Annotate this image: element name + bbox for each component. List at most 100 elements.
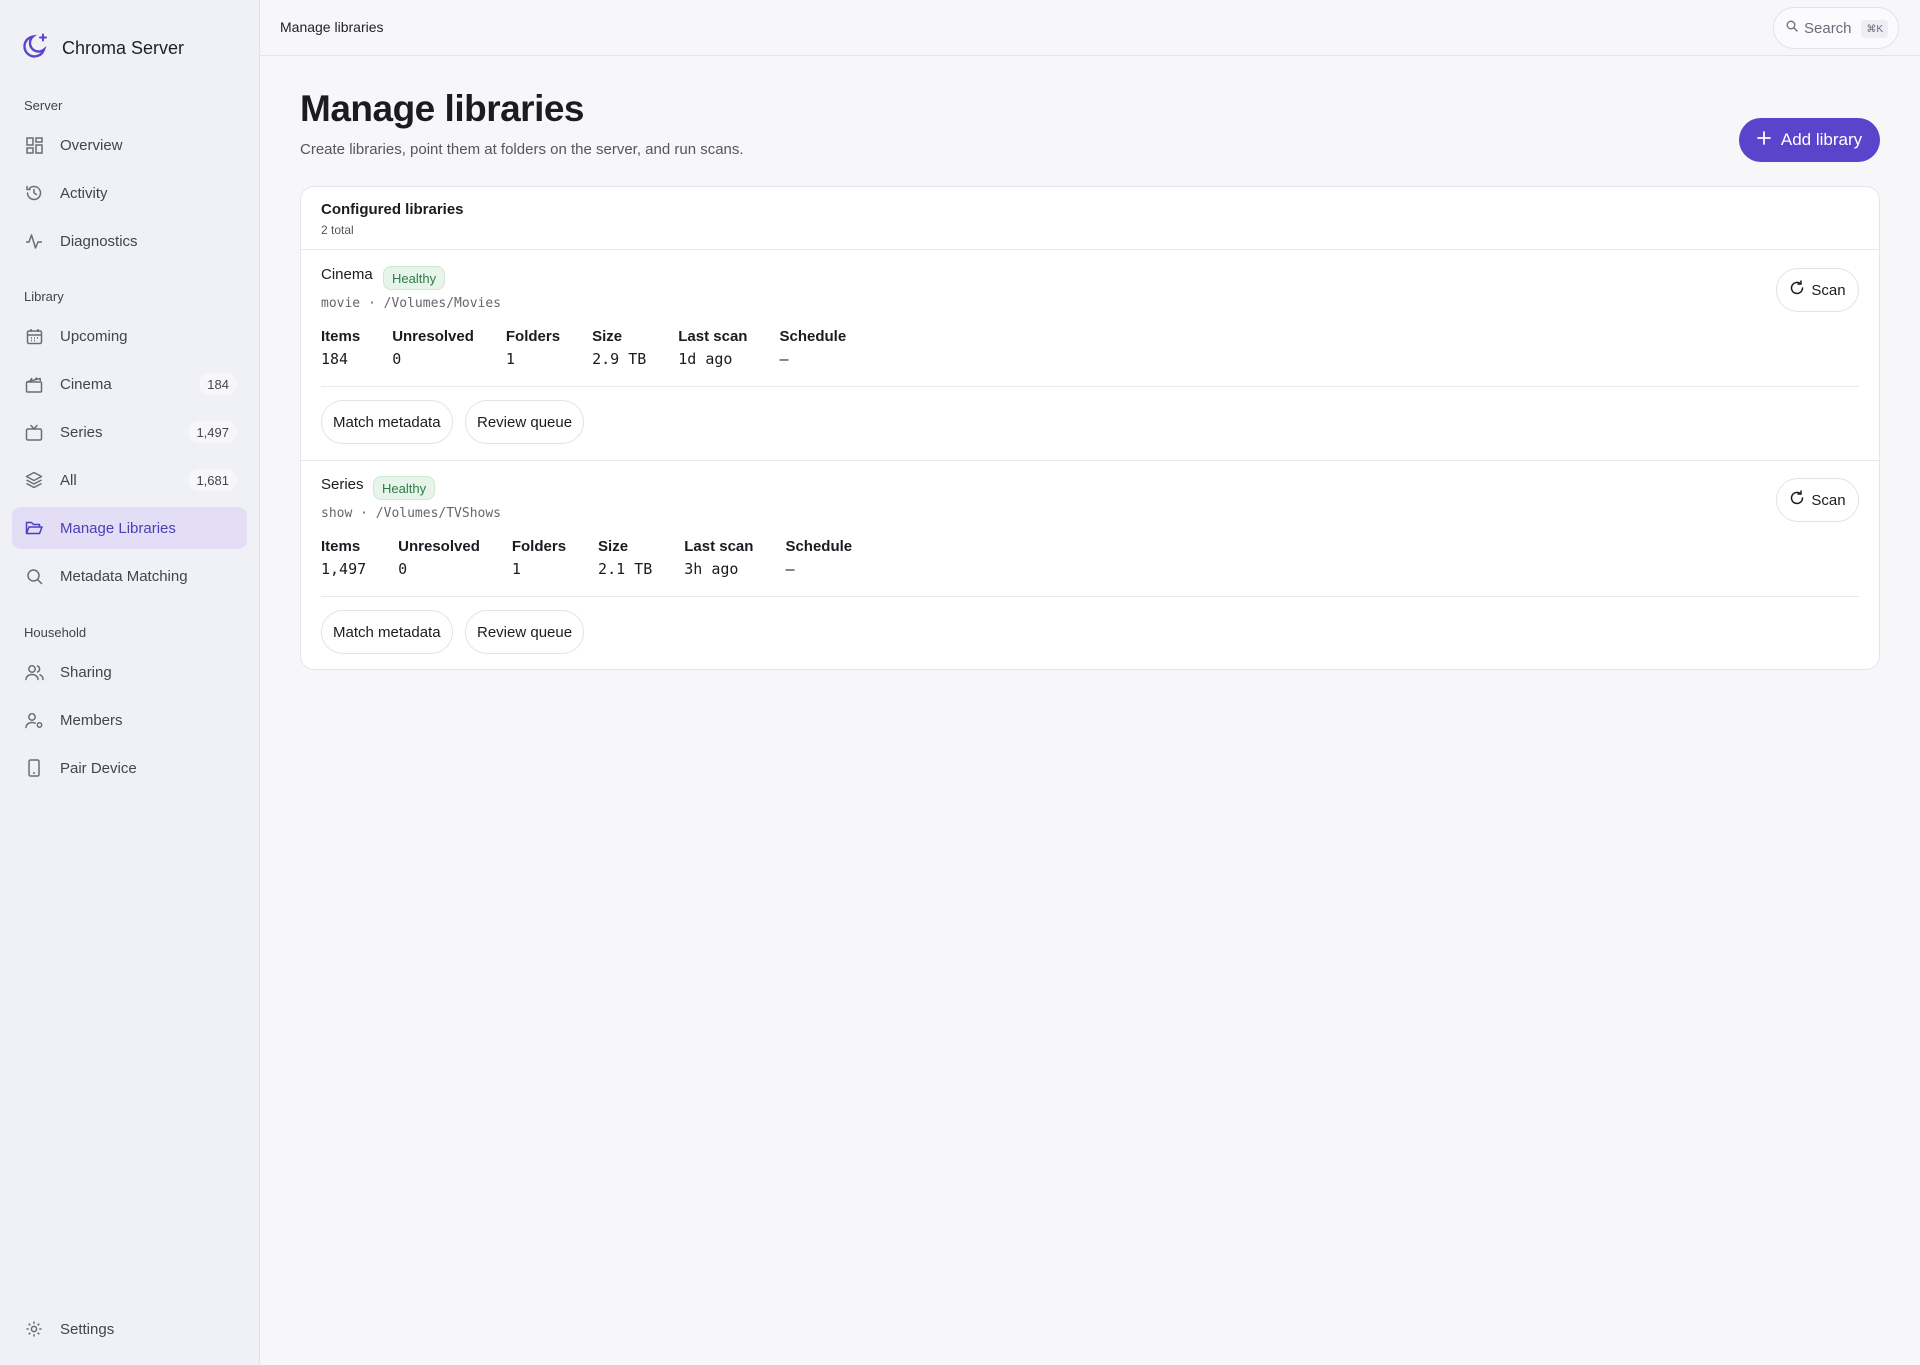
sidebar-item-label: Cinema: [60, 375, 112, 393]
stat-size: Size 2.1 TB: [598, 538, 652, 578]
row-divider: [321, 596, 1859, 597]
sidebar-item-label: Overview: [60, 136, 123, 154]
page-subtitle: Create libraries, point them at folders …: [300, 141, 744, 158]
match-metadata-button[interactable]: Match metadata: [321, 610, 453, 654]
stat-label: Items: [321, 538, 361, 555]
sidebar-item-label: Manage Libraries: [60, 519, 176, 537]
sidebar-item-label: Members: [60, 711, 123, 729]
library-name: Cinema: [321, 266, 373, 283]
search-icon: [24, 566, 44, 586]
item-count-badge: 1,497: [188, 421, 237, 443]
phone-icon: [24, 758, 44, 778]
stat-unresolved: Unresolved 0: [392, 328, 474, 368]
sidebar-item-diagnostics[interactable]: Diagnostics: [12, 220, 247, 262]
scan-button[interactable]: Scan: [1776, 268, 1859, 312]
section-label-household: Household: [24, 625, 87, 640]
libraries-card: Configured libraries 2 total Cinema Heal…: [300, 186, 1880, 670]
sidebar-item-all[interactable]: All 1,681: [12, 459, 247, 501]
library-total-count: 2 total: [321, 223, 354, 237]
sidebar-item-label: Settings: [60, 1320, 115, 1338]
stat-value: 2.1 TB: [598, 560, 653, 578]
card-header: Configured libraries 2 total: [301, 187, 1879, 250]
sidebar: Chroma Server Server Overview Activity D…: [0, 0, 260, 1365]
refresh-icon: [1789, 490, 1805, 510]
sidebar-item-metadata-matching[interactable]: Metadata Matching: [12, 555, 247, 597]
clapperboard-icon: [24, 374, 44, 394]
stat-items: Items 184: [321, 328, 360, 368]
review-queue-button[interactable]: Review queue: [465, 610, 585, 654]
sidebar-item-label: Sharing: [60, 663, 112, 681]
stat-value: 0: [392, 350, 402, 368]
scan-button[interactable]: Scan: [1776, 478, 1859, 522]
stat-value: —: [785, 560, 795, 578]
history-icon: [24, 183, 44, 203]
search-input[interactable]: Search ⌘K: [1773, 7, 1899, 49]
review-queue-button[interactable]: Review queue: [465, 400, 585, 444]
add-library-button[interactable]: Add library: [1739, 118, 1880, 162]
stat-label: Items: [321, 328, 361, 345]
match-metadata-button[interactable]: Match metadata: [321, 400, 453, 444]
stat-value: 2.9 TB: [592, 350, 647, 368]
library-path: show · /Volumes/TVShows: [321, 506, 502, 521]
stat-value: 1: [511, 560, 521, 578]
plus-icon: [1756, 130, 1771, 150]
stat-folders: Folders 1: [512, 538, 566, 578]
sidebar-item-manage-libraries[interactable]: Manage Libraries: [12, 507, 247, 549]
library-row-cinema: Cinema Healthy movie · /Volumes/Movies I…: [301, 250, 1879, 461]
layers-icon: [24, 470, 44, 490]
sidebar-item-cinema[interactable]: Cinema 184: [12, 363, 247, 405]
user-gear-icon: [24, 710, 44, 730]
stat-value: 1d ago: [678, 350, 733, 368]
section-label-library: Library: [24, 289, 64, 304]
sidebar-item-series[interactable]: Series 1,497: [12, 411, 247, 453]
grid-icon: [24, 135, 44, 155]
library-path: movie · /Volumes/Movies: [321, 296, 502, 311]
sidebar-item-label: Pair Device: [60, 759, 137, 777]
sidebar-item-label: Diagnostics: [60, 232, 138, 250]
stat-schedule: Schedule —: [779, 328, 846, 368]
sidebar-item-overview[interactable]: Overview: [12, 124, 247, 166]
stat-items: Items 1,497: [321, 538, 366, 578]
scan-label: Scan: [1811, 281, 1846, 299]
sidebar-item-label: All: [60, 471, 77, 489]
card-title: Configured libraries: [321, 201, 464, 218]
sidebar-item-pair-device[interactable]: Pair Device: [12, 747, 247, 789]
library-stats: Items 184 Unresolved 0 Folders 1 Size 2.…: [321, 328, 878, 368]
app-name: Chroma Server: [62, 38, 185, 58]
stat-label: Unresolved: [392, 328, 474, 345]
stat-unresolved: Unresolved 0: [398, 538, 480, 578]
sidebar-item-label: Activity: [60, 184, 108, 202]
item-count-badge: 1,681: [188, 469, 237, 491]
stat-label: Schedule: [785, 538, 853, 555]
gear-icon: [24, 1319, 44, 1339]
sidebar-item-members[interactable]: Members: [12, 699, 247, 741]
search-icon: [1786, 19, 1798, 37]
shortcut-hint: ⌘K: [1861, 20, 1888, 38]
stat-last-scan: Last scan 3h ago: [684, 538, 753, 578]
item-count-badge: 184: [199, 373, 237, 395]
stat-value: 0: [398, 560, 408, 578]
stat-label: Last scan: [678, 328, 748, 345]
stat-folders: Folders 1: [506, 328, 560, 368]
sidebar-item-activity[interactable]: Activity: [12, 172, 247, 214]
sidebar-item-settings[interactable]: Settings: [12, 1308, 247, 1350]
stat-label: Folders: [505, 328, 561, 345]
stat-value: —: [779, 350, 789, 368]
stat-last-scan: Last scan 1d ago: [678, 328, 747, 368]
stat-label: Size: [598, 538, 629, 555]
sidebar-item-upcoming[interactable]: Upcoming: [12, 315, 247, 357]
stat-schedule: Schedule —: [785, 538, 852, 578]
stat-value: 184: [321, 350, 349, 368]
status-badge: Healthy: [373, 476, 436, 500]
stat-size: Size 2.9 TB: [592, 328, 646, 368]
sidebar-item-sharing[interactable]: Sharing: [12, 651, 247, 693]
sidebar-item-label: Metadata Matching: [60, 567, 188, 585]
add-library-label: Add library: [1780, 130, 1863, 149]
moon-sparkle-logo-icon: [22, 32, 50, 65]
brand[interactable]: Chroma Server: [22, 32, 184, 65]
library-stats: Items 1,497 Unresolved 0 Folders 1 Size …: [321, 538, 884, 578]
scan-label: Scan: [1811, 491, 1846, 509]
search-placeholder: Search: [1804, 19, 1852, 37]
users-icon: [24, 662, 44, 682]
library-row-series: Series Healthy show · /Volumes/TVShows I…: [301, 460, 1879, 670]
